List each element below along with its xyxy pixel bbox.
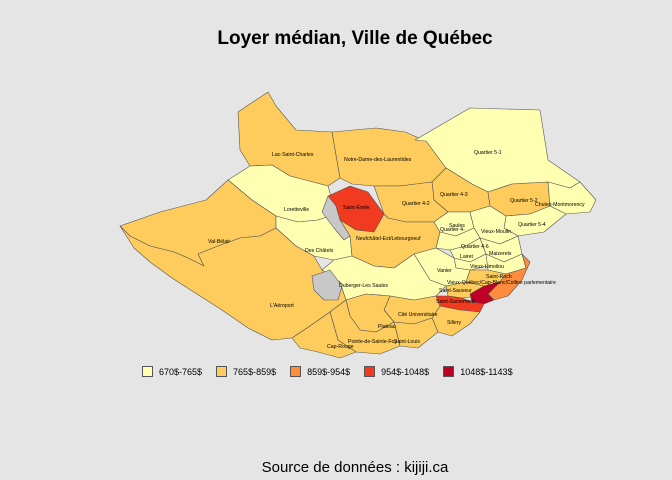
label-quartier-4-3: Quartier 4-3: [440, 192, 468, 198]
label-vanier: Vanier: [437, 268, 452, 274]
label-duberger: Duberger-Les Saules: [339, 283, 388, 289]
label-vieux-limoilou: Vieux-Limoilou: [470, 264, 504, 270]
label-notre-dame: Notre-Dame-des-Laurentides: [344, 157, 412, 163]
label-saint-sauveur: Saint-Sauveur: [439, 288, 472, 294]
label-cap-rouge: Cap-Rouge: [327, 344, 354, 350]
label-cite-universitaire: Cité Universitaire: [398, 312, 438, 318]
label-vieux-quebec: Vieux-Québec/Cap-Blanc/Colline parlement…: [447, 280, 556, 286]
legend-label-2: 765$-859$: [233, 366, 277, 377]
legend-swatch-4: [364, 366, 376, 377]
label-neufchatel: Neufchâtel-Est/Lebourgneuf: [356, 236, 421, 242]
legend: 670$-765$ 765$-859$ 859$-954$ 954$-1048$…: [142, 366, 527, 377]
legend-item-2: 765$-859$: [216, 366, 276, 377]
legend-swatch-2: [216, 366, 228, 377]
label-quartier-5-2: Quartier 5-2: [510, 198, 538, 204]
source-caption: Source de données : kijiji.ca: [261, 459, 449, 476]
legend-swatch-5: [443, 366, 455, 377]
label-lac-saint-charles: Lac-Saint-Charles: [272, 152, 314, 158]
label-plateau: Plateau: [378, 324, 396, 330]
label-val-belair: Val-Bélair: [208, 239, 230, 245]
legend-label-4: 954$-1048$: [381, 366, 430, 377]
label-chutes: Chutes-Montmorency: [535, 202, 585, 208]
legend-label-5: 1048$-1143$: [460, 366, 513, 377]
legend-item-5: 1048$-1143$: [443, 366, 513, 377]
label-quartier-5-4: Quartier 5-4: [518, 222, 546, 228]
legend-swatch-1: [142, 366, 153, 377]
legend-label-3: 859$-954$: [307, 366, 351, 377]
label-quartier-5-1: Quartier 5-1: [474, 150, 502, 156]
label-saint-louis: Saint-Louis: [394, 339, 420, 345]
legend-swatch-3: [290, 366, 302, 377]
label-loretteville: Loretteville: [284, 207, 309, 213]
label-laeroport: L'Aéroport: [270, 303, 294, 309]
label-sillery: Sillery: [447, 320, 462, 326]
legend-item-3: 859$-954$: [290, 366, 350, 377]
label-saint-sacrement: Saint-Sacrement: [436, 299, 475, 305]
label-quartier-4-6: Quartier 4-6: [461, 244, 489, 250]
legend-item-1: 670$-765$: [142, 366, 202, 377]
choropleth-map: Quartier 5-1 Lac-Saint-Charles Notre-Dam…: [119, 91, 597, 359]
legend-item-4: 954$-1048$: [364, 366, 429, 377]
label-pointe: Pointe-de-Sainte-Foy: [348, 339, 397, 345]
label-maizerets: Maizerets: [489, 251, 512, 257]
label-saint-emile: Saint-Émile: [343, 204, 370, 211]
label-des-chatels: Des Châtels: [305, 248, 334, 254]
label-vieux-moulin: Vieux-Moulin: [481, 229, 511, 235]
label-quartier-4-x: Quartier 4-: [440, 227, 465, 233]
label-lairet: Lairet: [460, 254, 474, 260]
label-quartier-4-2: Quartier 4-2: [402, 201, 430, 207]
legend-label-1: 670$-765$: [159, 366, 203, 377]
